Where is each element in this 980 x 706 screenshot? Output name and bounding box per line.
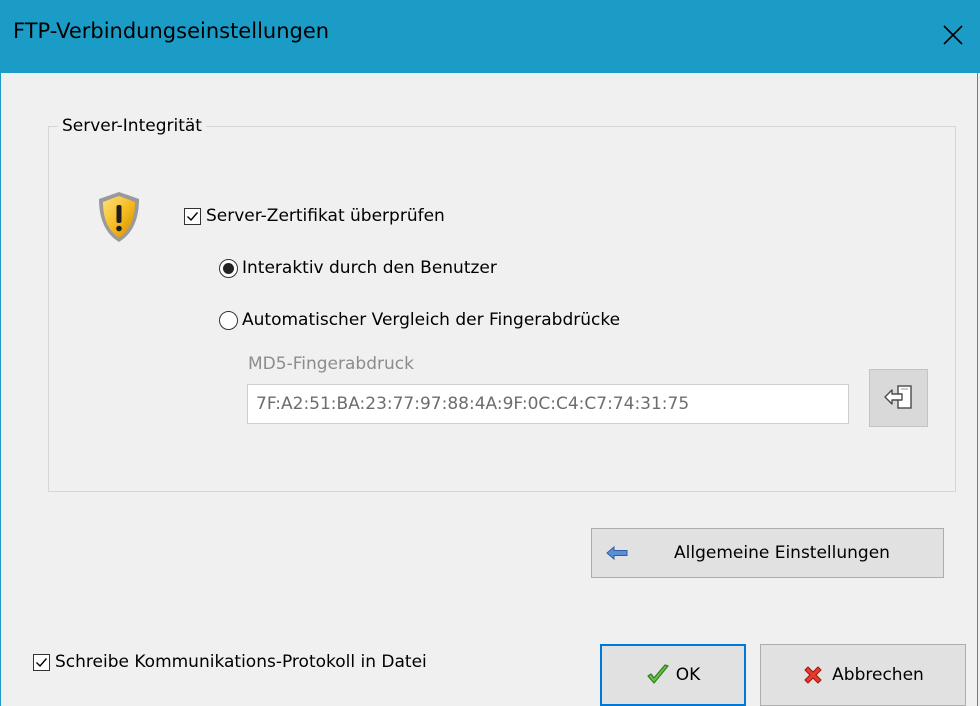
paste-fingerprint-button[interactable]: [869, 369, 928, 427]
cancel-label: Abbrechen: [832, 665, 924, 685]
general-settings-button[interactable]: Allgemeine Einstellungen: [591, 528, 944, 578]
close-icon: [943, 25, 963, 45]
red-x-icon: [804, 666, 822, 684]
log-to-file-checkbox[interactable]: Schreibe Kommunikations-Protokoll in Dat…: [33, 652, 427, 672]
md5-fingerprint-field[interactable]: 7F:A2:51:BA:23:77:97:88:4A:9F:0C:C4:C7:7…: [247, 384, 849, 424]
ok-label: OK: [675, 665, 701, 685]
log-to-file-label: Schreibe Kommunikations-Protokoll in Dat…: [55, 652, 427, 672]
general-settings-label: Allgemeine Einstellungen: [674, 543, 890, 563]
title-bar: FTP-Verbindungseinstellungen: [0, 0, 980, 73]
verify-certificate-checkbox[interactable]: Server-Zertifikat überprüfen: [184, 206, 445, 226]
checkmark-icon: [36, 657, 48, 667]
checkbox-box[interactable]: [184, 207, 201, 225]
arrow-left-icon: [606, 546, 628, 560]
radio-interactive[interactable]: Interaktiv durch den Benutzer: [219, 258, 497, 278]
ok-button[interactable]: OK: [600, 644, 746, 706]
group-title: Server-Integrität: [58, 116, 206, 136]
checkbox-box[interactable]: [33, 653, 50, 671]
server-integrity-group: [48, 126, 956, 492]
window-title: FTP-Verbindungseinstellungen: [13, 19, 330, 43]
radio-automatic[interactable]: Automatischer Vergleich der Fingerabdrüc…: [219, 310, 620, 330]
paste-arrow-icon: [883, 385, 912, 409]
radio-interactive-label: Interaktiv durch den Benutzer: [242, 258, 497, 278]
verify-certificate-label: Server-Zertifikat überprüfen: [206, 206, 445, 226]
checkmark-icon: [187, 211, 199, 221]
radio-selected-dot: [223, 262, 234, 274]
md5-label: MD5-Fingerabdruck: [248, 354, 414, 374]
green-check-icon: [647, 664, 669, 684]
radio-button[interactable]: [219, 258, 238, 278]
shield-warning-icon: [94, 190, 144, 244]
cancel-button[interactable]: Abbrechen: [760, 644, 966, 706]
close-button[interactable]: [928, 12, 978, 58]
radio-automatic-label: Automatischer Vergleich der Fingerabdrüc…: [242, 310, 621, 330]
radio-button[interactable]: [219, 310, 238, 330]
